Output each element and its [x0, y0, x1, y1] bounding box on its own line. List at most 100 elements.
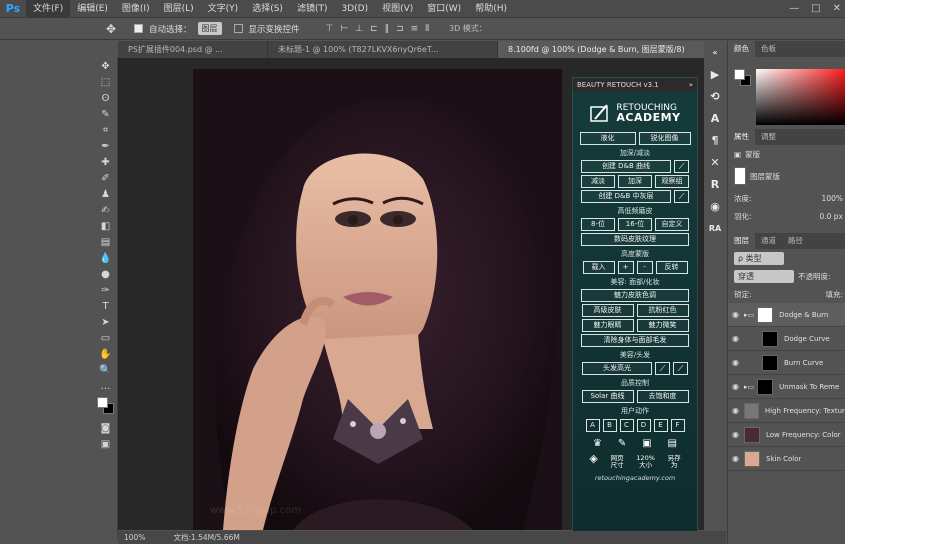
- move-tool-icon[interactable]: ✥: [106, 22, 126, 36]
- save-as-button[interactable]: 另存为: [668, 455, 681, 469]
- layer-row[interactable]: ◉ Skin Color: [728, 447, 845, 471]
- skin-texture-button[interactable]: 数码皮肤纹理: [581, 233, 689, 246]
- tab-document-3[interactable]: 8.100fd @ 100% (Dodge & Burn, 图层蒙版/8): [498, 41, 726, 58]
- align-left-icon[interactable]: ⊏: [370, 24, 378, 34]
- fg-color-chip[interactable]: [734, 69, 745, 80]
- history-brush-icon[interactable]: ✍: [94, 202, 117, 218]
- menu-3d[interactable]: 3D(D): [334, 0, 375, 18]
- menu-help[interactable]: 帮助(H): [468, 0, 514, 18]
- hair-highlight-button[interactable]: 头发高光: [582, 362, 652, 375]
- load-mask-button[interactable]: 载入: [582, 261, 615, 274]
- action-b-button[interactable]: B: [602, 419, 617, 432]
- collapse-arrows-icon[interactable]: «: [704, 41, 726, 63]
- text-panel-icon[interactable]: A: [704, 107, 726, 129]
- layer-row[interactable]: ◉ High Frequency: Texture: [728, 399, 845, 423]
- visibility-eye-icon[interactable]: ◉: [732, 310, 741, 319]
- more-tools-icon[interactable]: …: [94, 378, 117, 394]
- layer-row[interactable]: ◉ Dodge Curve: [728, 327, 845, 351]
- path-select-icon[interactable]: ➤: [94, 314, 117, 330]
- gradient-icon[interactable]: ▤: [94, 234, 117, 250]
- color-field[interactable]: [756, 69, 846, 125]
- tab-layers[interactable]: 图层: [728, 233, 755, 249]
- density-value[interactable]: 100%: [822, 194, 845, 203]
- paragraph-icon[interactable]: ¶: [704, 129, 726, 151]
- shape-icon[interactable]: ▭: [94, 330, 117, 346]
- align-middle-icon[interactable]: ⊢: [340, 24, 348, 34]
- create-db-gray-button[interactable]: 创建 D&B 中灰层: [581, 190, 671, 203]
- zoom-level[interactable]: 100%: [124, 533, 145, 542]
- custom-button[interactable]: 自定义: [655, 218, 689, 231]
- invert-mask-button[interactable]: 反转: [655, 261, 688, 274]
- layer-row[interactable]: ◉ Low Frequency: Color: [728, 423, 845, 447]
- history-icon[interactable]: ⟲: [704, 85, 726, 107]
- tab-paths[interactable]: 路径: [782, 233, 809, 249]
- bookmark-icon[interactable]: ▤: [668, 438, 677, 449]
- advanced-skin-button[interactable]: 高级皮肤: [581, 304, 634, 317]
- blur-icon[interactable]: 💧: [94, 250, 117, 266]
- web-size-button[interactable]: 网页 尺寸: [611, 455, 624, 469]
- eraser-icon[interactable]: ◧: [94, 218, 117, 234]
- pen-icon[interactable]: ✑: [94, 282, 117, 298]
- maximize-icon[interactable]: □: [811, 0, 820, 18]
- type-icon[interactable]: T: [94, 298, 117, 314]
- align-center-icon[interactable]: ‖: [385, 24, 390, 34]
- liquify-button[interactable]: 液化: [579, 132, 636, 145]
- brush-icon-button-2[interactable]: ⟋: [674, 190, 689, 203]
- size-120-button[interactable]: 120% 大小: [636, 455, 655, 469]
- layer-row[interactable]: ◉ ▸▭ Dodge & Burn: [728, 303, 845, 327]
- tab-properties[interactable]: 属性: [728, 129, 755, 145]
- r-plugin-icon[interactable]: R: [704, 173, 726, 195]
- zoom-icon[interactable]: 🔍: [94, 362, 117, 378]
- eyes-button[interactable]: 魅力眼睛: [581, 319, 634, 332]
- menu-select[interactable]: 选择(S): [245, 0, 290, 18]
- menu-edit[interactable]: 编辑(E): [70, 0, 115, 18]
- 8bit-button[interactable]: 8-位: [581, 218, 615, 231]
- menu-image[interactable]: 图像(I): [115, 0, 157, 18]
- screen-mode-icon[interactable]: ▣: [94, 436, 117, 452]
- crown-icon[interactable]: ♛: [593, 438, 602, 449]
- panel-collapse-icon[interactable]: »: [689, 81, 693, 89]
- quick-select-icon[interactable]: ✎: [94, 106, 117, 122]
- transform-checkbox[interactable]: [233, 24, 243, 33]
- auto-select-dropdown[interactable]: 图层: [197, 22, 222, 35]
- tab-color[interactable]: 颜色: [728, 41, 755, 57]
- play-icon[interactable]: ▶: [704, 63, 726, 85]
- marquee-icon[interactable]: ⬚: [94, 74, 117, 90]
- healing-brush-icon[interactable]: ✚: [94, 154, 117, 170]
- anti-pink-button[interactable]: 抗粉红色: [636, 304, 689, 317]
- action-d-button[interactable]: D: [636, 419, 651, 432]
- tab-channels[interactable]: 通道: [755, 233, 782, 249]
- camera-icon[interactable]: ◉: [704, 195, 726, 217]
- tools-x-icon[interactable]: ✕: [704, 151, 726, 173]
- dodge-icon[interactable]: ●: [94, 266, 117, 282]
- action-c-button[interactable]: C: [619, 419, 634, 432]
- align-bottom-icon[interactable]: ⊥: [355, 24, 363, 34]
- hand-icon[interactable]: ✋: [94, 346, 117, 362]
- create-db-curves-button[interactable]: 创建 D&B 曲线: [581, 160, 671, 173]
- ra-plugin-icon[interactable]: RA: [704, 217, 726, 239]
- visibility-eye-icon[interactable]: ◉: [732, 454, 741, 463]
- 16bit-button[interactable]: 16-位: [618, 218, 652, 231]
- dodge-button[interactable]: 减淡: [581, 175, 615, 188]
- visibility-eye-icon[interactable]: ◉: [732, 382, 741, 391]
- tab-swatches[interactable]: 色板: [755, 41, 782, 57]
- action-a-button[interactable]: A: [585, 419, 600, 432]
- distribute-h-icon[interactable]: ⫴: [425, 24, 429, 34]
- layer-row[interactable]: ◉ ▸▭ Unmask To Reme: [728, 375, 845, 399]
- menu-view[interactable]: 视图(V): [375, 0, 420, 18]
- desaturate-button[interactable]: 去饱和度: [636, 390, 689, 403]
- visibility-eye-icon[interactable]: ◉: [732, 358, 741, 367]
- menu-file[interactable]: 文件(F): [26, 0, 71, 18]
- minimize-icon[interactable]: —: [789, 0, 799, 18]
- observer-group-button[interactable]: 观察组: [655, 175, 689, 188]
- move-icon[interactable]: ✥: [94, 58, 117, 74]
- visibility-eye-icon[interactable]: ◉: [732, 430, 741, 439]
- layer-row[interactable]: ◉ Burn Curve: [728, 351, 845, 375]
- sharpen-button[interactable]: 锐化图像: [638, 132, 691, 145]
- crop-icon[interactable]: ⌗: [94, 122, 117, 138]
- menu-window[interactable]: 窗口(W): [420, 0, 468, 18]
- foreground-color-swatch[interactable]: [97, 397, 108, 408]
- tab-document-1[interactable]: PS扩展插件004.psd @ ...: [118, 41, 268, 58]
- align-right-icon[interactable]: ⊐: [396, 24, 404, 34]
- feather-value[interactable]: 0.0 px: [819, 212, 845, 221]
